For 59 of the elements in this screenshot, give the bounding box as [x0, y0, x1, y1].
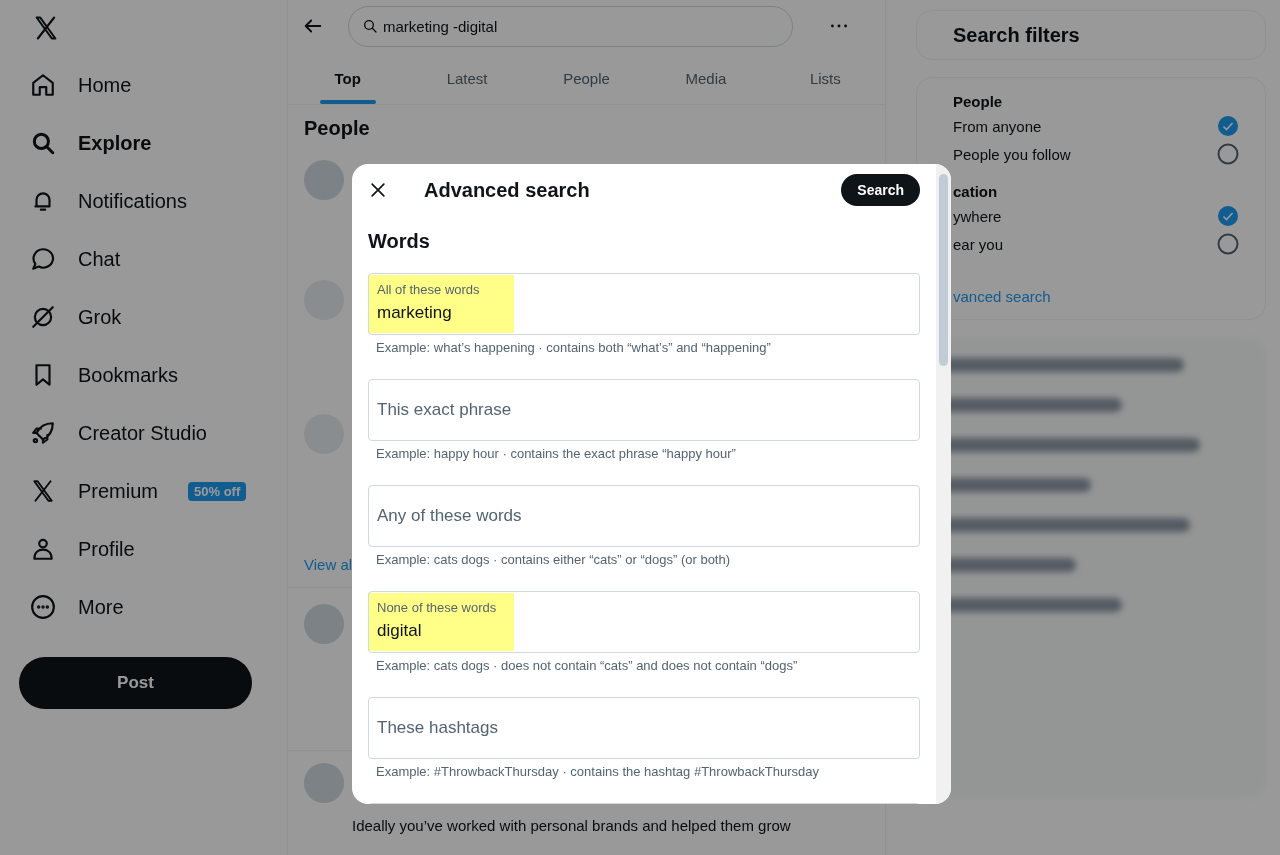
section-heading: People — [303, 116, 371, 141]
filter-option[interactable]: From anyone — [953, 117, 1042, 135]
filter-option[interactable]: ywhere — [953, 207, 1002, 225]
tab[interactable]: Latest — [407, 52, 527, 104]
search-field[interactable]: marketing -digital — [348, 5, 793, 47]
section-heading: Words — [367, 229, 431, 254]
post-text: Ideally you’ve worked with personal brands and helped them grow — [351, 816, 792, 834]
field-hint: Example: cats dogs · does not contain “cats” and does not contain “dogs” — [375, 657, 799, 675]
nav-item[interactable]: Home — [19, 56, 287, 114]
x-logo-icon — [30, 478, 56, 504]
home-icon — [30, 72, 56, 98]
more-horizontal-icon[interactable] — [831, 24, 847, 28]
filter-option[interactable]: ear you — [953, 235, 1004, 253]
nav-item[interactable]: Creator Studio — [19, 404, 287, 462]
speech-bubble-icon — [30, 246, 56, 272]
input-field[interactable]: This exact phrase — [368, 379, 920, 441]
field-hint: Example: cats dogs · contains either “cats” or “dogs” (or both) — [375, 551, 732, 569]
filter-group-title: cation — [953, 182, 998, 200]
filter-group-title: People — [953, 92, 1003, 110]
avatar — [304, 604, 344, 644]
slashed-circle-icon — [30, 304, 56, 330]
nav-item[interactable]: More — [19, 578, 287, 636]
nav-item[interactable]: Grok — [19, 288, 287, 346]
search-icon — [362, 17, 378, 34]
filters-title: Search filters — [916, 10, 1266, 60]
filter-option[interactable]: People you follow — [953, 145, 1071, 163]
radio-button[interactable] — [1217, 205, 1239, 227]
rocket-icon — [30, 420, 56, 446]
discount-badge: 50% off — [188, 481, 247, 501]
field-label: None of these words — [377, 600, 497, 615]
more-icon — [30, 594, 56, 620]
nav-item[interactable]: Profile — [19, 520, 287, 578]
person-icon — [30, 536, 56, 562]
nav-item[interactable]: Chat — [19, 230, 287, 288]
tab[interactable]: People — [526, 52, 647, 104]
avatar — [304, 763, 344, 803]
scrollbar[interactable] — [936, 164, 951, 804]
tab[interactable]: Lists — [765, 52, 886, 104]
search-icon — [30, 130, 56, 156]
close-icon — [368, 180, 388, 200]
search-button[interactable]: Search — [841, 174, 920, 206]
tab[interactable]: Top — [288, 52, 408, 104]
nav-item[interactable]: Notifications — [19, 172, 287, 230]
input-field[interactable]: Any of these words — [368, 485, 920, 547]
post-button[interactable]: Post — [19, 657, 252, 709]
field-hint: Example: #ThrowbackThursday · contains the hashtag #ThrowbackThursday — [375, 763, 820, 781]
radio-button[interactable] — [1217, 233, 1239, 255]
nav-item[interactable]: Bookmarks — [19, 346, 287, 404]
nav-item[interactable]: Premium 50% off — [19, 462, 287, 520]
field-hint: Example: happy hour · contains the exact phrase “happy hour” — [375, 445, 737, 463]
input-field[interactable]: These hashtags — [368, 697, 920, 759]
field-hint: Example: what’s happening · contains both “what’s” and “happening” — [375, 339, 772, 357]
nav-item[interactable]: Explore — [19, 114, 287, 172]
radio-button[interactable] — [1217, 115, 1239, 137]
field-label: All of these words — [377, 282, 480, 297]
avatar — [304, 160, 344, 200]
radio-button[interactable] — [1217, 143, 1239, 165]
tab[interactable]: Media — [646, 52, 766, 104]
dialog-title: Advanced search — [424, 178, 591, 202]
